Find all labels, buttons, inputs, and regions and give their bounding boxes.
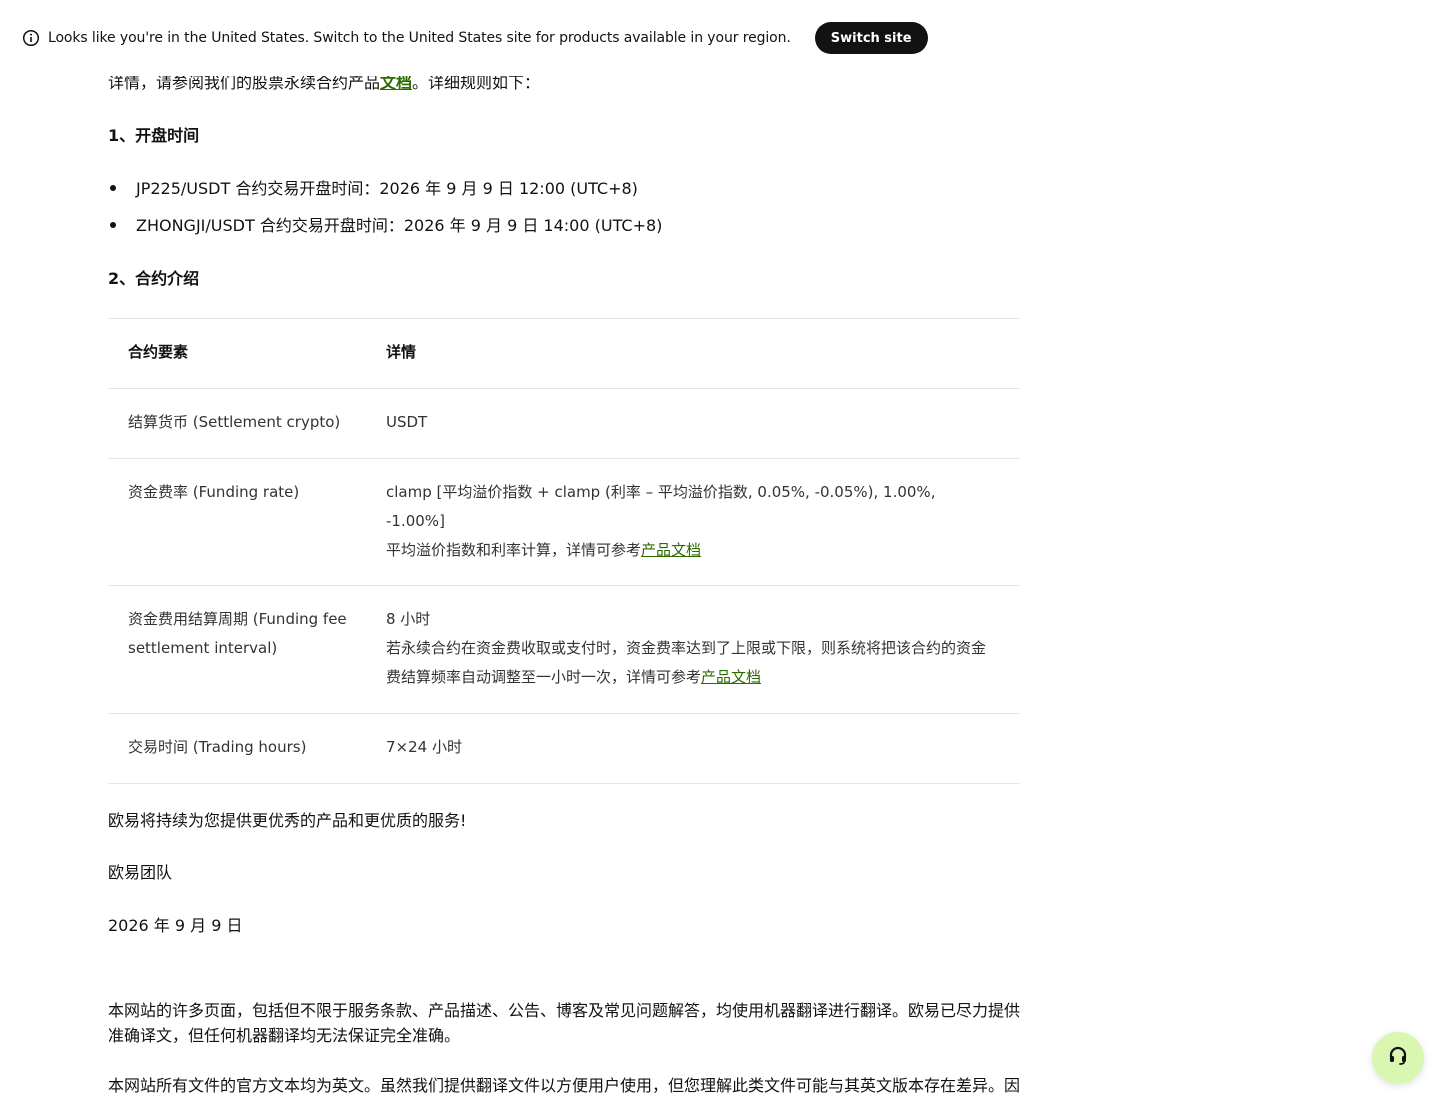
table-header-row: 合约要素 详情: [108, 318, 1020, 389]
table-header-details: 详情: [385, 318, 1020, 389]
table-cell-detail: clamp [平均溢价指数 + clamp (利率 – 平均溢价指数, 0.05…: [385, 458, 1020, 586]
table-header-element: 合约要素: [108, 318, 385, 389]
switch-site-button[interactable]: Switch site: [814, 22, 928, 54]
region-banner-message: Looks like you're in the United States. …: [48, 30, 791, 46]
disclaimer-paragraph: 本网站所有文件的官方文本均为英文。虽然我们提供翻译文件以方便用户使用，但您理解此…: [108, 1076, 1021, 1095]
table-cell-detail: 7×24 小时: [385, 713, 1020, 784]
table-cell-label: 交易时间 (Trading hours): [108, 713, 385, 784]
closing-message: 欧易将持续为您提供更优秀的产品和更优质的服务!: [108, 811, 467, 830]
table-row: 资金费率 (Funding rate) clamp [平均溢价指数 + clam…: [108, 458, 1020, 586]
info-icon: [22, 29, 40, 47]
region-banner: Looks like you're in the United States. …: [0, 0, 1440, 76]
disclaimer-paragraph: 本网站的许多页面，包括但不限于服务条款、产品描述、公告、博客及常见问题解答，均使…: [108, 1001, 1021, 1045]
table-row: 结算货币 (Settlement crypto) USDT: [108, 388, 1020, 459]
table-cell-detail: USDT: [385, 388, 1020, 459]
table-cell-detail: 8 小时 若永续合约在资金费收取或支付时，资金费率达到了上限或下限，则系统将把该…: [385, 585, 1020, 714]
support-chat-button[interactable]: [1372, 1032, 1424, 1084]
announcement-date: 2026 年 9 月 9 日: [108, 916, 243, 935]
list-item: ZHONGJI/USDT 合约交易开盘时间：2026 年 9 月 9 日 14:…: [108, 213, 662, 239]
table-row: 交易时间 (Trading hours) 7×24 小时: [108, 713, 1020, 784]
table-row: 资金费用结算周期 (Funding fee settlement interva…: [108, 585, 1020, 714]
table-cell-label: 资金费率 (Funding rate): [108, 458, 385, 586]
table-cell-label: 资金费用结算周期 (Funding fee settlement interva…: [108, 585, 385, 714]
bullet-dot: [110, 185, 116, 191]
contract-table: 合约要素 详情 结算货币 (Settlement crypto) USDT 资金…: [108, 318, 1020, 784]
list-item: JP225/USDT 合约交易开盘时间：2026 年 9 月 9 日 12:00…: [108, 176, 638, 202]
section-heading-opening-time: 1、开盘时间: [108, 126, 200, 145]
headset-icon: [1387, 1045, 1409, 1071]
team-signature: 欧易团队: [108, 863, 173, 882]
product-doc-link[interactable]: 产品文档: [641, 541, 701, 559]
table-cell-label: 结算货币 (Settlement crypto): [108, 388, 385, 459]
section-heading-contract-intro: 2、合约介绍: [108, 269, 200, 288]
product-doc-link[interactable]: 产品文档: [701, 668, 761, 686]
bullet-dot: [110, 222, 116, 228]
